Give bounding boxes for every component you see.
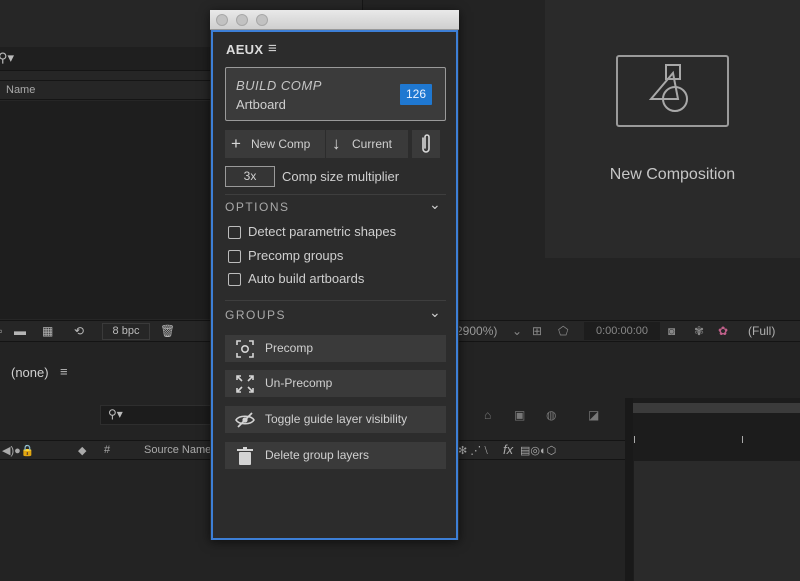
attach-button[interactable] (412, 130, 440, 158)
panel-title: AEUX (226, 42, 264, 57)
checkbox[interactable] (228, 250, 241, 263)
expand-icon (236, 375, 254, 393)
zoom-level[interactable]: 2900%) (456, 324, 497, 338)
chevron-down-icon[interactable]: ⌄ (429, 196, 441, 213)
new-comp-label: New Comp (251, 137, 311, 151)
divider (225, 300, 446, 301)
bit-depth-button[interactable]: 8 bpc (102, 323, 150, 340)
shapes-icon (648, 64, 688, 112)
build-comp-subtitle: Artboard (236, 97, 286, 112)
grid-icon[interactable]: ⊞ (532, 324, 542, 338)
options-section-title[interactable]: OPTIONS (225, 200, 290, 214)
timeline-layer-area[interactable] (634, 461, 800, 581)
work-area-bar[interactable] (630, 403, 800, 413)
menu-icon[interactable]: ≡ (268, 40, 277, 57)
resolution-select[interactable]: (Full) (748, 324, 775, 338)
current-comp-button[interactable]: ↓ Current (326, 130, 408, 158)
column-name-label[interactable]: Name (6, 84, 35, 96)
checkbox[interactable] (228, 226, 241, 239)
show-snapshot-icon[interactable]: ✾ (694, 324, 704, 338)
column-source-name[interactable]: Source Name (144, 444, 211, 456)
aeux-window: AEUX ≡ BUILD COMP Artboard 126 + New Com… (210, 10, 459, 540)
groups-section-title[interactable]: GROUPS (225, 308, 286, 322)
composition-icon[interactable] (616, 55, 729, 127)
column-number[interactable]: # (104, 444, 110, 456)
trash-icon (237, 447, 253, 465)
build-comp-title: BUILD COMP (236, 78, 322, 93)
delete-group-layers-button[interactable]: Delete group layers (225, 442, 446, 469)
new-comp-button[interactable]: + New Comp (225, 130, 325, 158)
time-ruler-tick (742, 436, 743, 443)
label-icon[interactable]: ◆ (78, 444, 86, 457)
un-precomp-label: Un-Precomp (265, 376, 333, 390)
aeux-panel: AEUX ≡ BUILD COMP Artboard 126 + New Com… (211, 30, 458, 540)
delete-group-label: Delete group layers (265, 448, 370, 462)
color-channel-icon[interactable]: ✿ (718, 324, 728, 338)
toggle-guide-layer-button[interactable]: Toggle guide layer visibility (225, 406, 446, 433)
time-ruler-tick (634, 436, 635, 443)
toggle-guide-label: Toggle guide layer visibility (265, 412, 408, 426)
minimize-window-button[interactable] (236, 14, 248, 26)
comp-size-multiplier-label: Comp size multiplier (282, 169, 400, 184)
new-comp-icon[interactable]: ▦ (42, 324, 53, 338)
menu-icon[interactable]: ≡ (60, 364, 68, 379)
build-comp-button[interactable]: BUILD COMP Artboard 126 (225, 67, 446, 121)
trash-icon[interactable]: 🗑 (160, 324, 175, 338)
timeline-divider[interactable] (625, 398, 633, 581)
arrow-down-icon: ↓ (332, 134, 341, 153)
motion-blur-icon[interactable]: ◍ (546, 408, 556, 422)
paperclip-icon (422, 134, 430, 153)
frame-blend-icon[interactable]: ▣ (514, 408, 525, 422)
checkbox[interactable] (228, 273, 241, 286)
av-features-icons[interactable]: ◀)●🔒 (2, 444, 34, 457)
switches-icons[interactable]: ✻ ⋰ ⧵ (458, 444, 488, 458)
chevron-down-icon[interactable]: ⌄ (512, 324, 522, 338)
flowchart-icon[interactable]: ⟲ (74, 324, 84, 338)
timeline-tab[interactable]: (none) (11, 365, 49, 380)
camera-icon[interactable]: ◙ (668, 324, 675, 338)
interpret-footage-icon[interactable]: ▫ (0, 324, 2, 338)
eye-slash-icon (235, 412, 255, 428)
comp-size-multiplier-input[interactable]: 3x (225, 166, 275, 187)
mask-icon[interactable]: ⬠ (558, 324, 568, 338)
folder-icon[interactable]: ▬ (14, 324, 26, 338)
graph-editor-icon[interactable]: ◪ (588, 408, 599, 422)
layer-switch-icons[interactable]: ▤◎◐⬡ (520, 444, 556, 457)
precomp-label: Precomp (265, 341, 314, 355)
close-window-button[interactable] (216, 14, 228, 26)
search-icon: ⚲▾ (108, 407, 123, 421)
artboard-count-badge: 126 (400, 84, 432, 105)
precomp-icon (236, 340, 254, 358)
option-label: Precomp groups (248, 248, 344, 263)
new-composition-label[interactable]: New Composition (545, 166, 800, 184)
un-precomp-button[interactable]: Un-Precomp (225, 370, 446, 397)
current-label: Current (352, 137, 393, 151)
timecode[interactable]: 0:00:00:00 (584, 322, 660, 340)
window-titlebar[interactable] (210, 10, 459, 30)
divider (225, 194, 446, 195)
option-label: Detect parametric shapes (248, 224, 397, 239)
plus-icon: + (231, 134, 241, 153)
shy-icon[interactable]: ⌂ (484, 408, 491, 422)
chevron-down-icon[interactable]: ⌄ (429, 304, 441, 321)
search-icon[interactable]: ⚲▾ (0, 50, 14, 66)
precomp-button[interactable]: Precomp (225, 335, 446, 362)
fx-switch[interactable]: fx (503, 442, 513, 457)
option-label: Auto build artboards (248, 271, 365, 286)
zoom-window-button[interactable] (256, 14, 268, 26)
